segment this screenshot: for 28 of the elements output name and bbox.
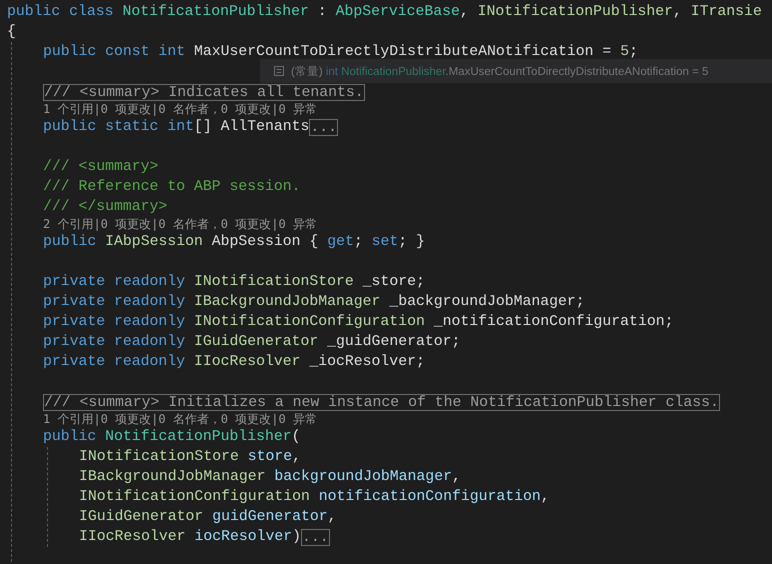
code-line: private readonly IGuidGenerator _guidGenerator; <box>43 333 460 352</box>
tooltip-text: (常量) int NotificationPublisher.MaxUserCountToDirectlyDistributeANotification = 5 <box>291 64 708 78</box>
code-line: private readonly INotificationStore _store; <box>43 273 425 292</box>
doc-comment: /// <summary> <box>43 158 158 177</box>
collapsed-block[interactable]: /// <summary> Initializes a new instance of the NotificationPublisher class. <box>43 394 720 410</box>
collapsed-block[interactable]: /// <summary> Indicates all tenants. <box>43 84 365 100</box>
doc-comment: /// Reference to ABP session. <box>43 178 301 197</box>
code-line: private readonly INotificationConfiguration _notificationConfiguration; <box>43 313 674 332</box>
collapsed-block[interactable]: ... <box>301 528 330 546</box>
codelens-text[interactable]: 1 个引用|0 项更改|0 名作者，0 项更改|0 异常 <box>43 412 317 427</box>
code-line: public class NotificationPublisher : AbpServiceBase, INotificationPublisher, ITransie <box>7 3 762 22</box>
code-line: public static int[] AllTenants <box>43 118 310 137</box>
code-line: INotificationStore store, <box>79 448 302 467</box>
doc-comment: /// </summary> <box>43 198 168 217</box>
constant-icon <box>274 66 284 76</box>
code-line: private readonly IBackgroundJobManager _backgroundJobManager; <box>43 293 585 312</box>
code-line: IBackgroundJobManager backgroundJobManager, <box>79 468 461 487</box>
code-line: public NotificationPublisher( <box>43 428 301 447</box>
code-line: private readonly IIocResolver _iocResolver; <box>43 353 425 372</box>
code-line: public const int MaxUserCountToDirectlyDistributeANotification = 5; <box>43 43 638 62</box>
code-line: public IAbpSession AbpSession { get; set; } <box>43 233 425 252</box>
codelens-text[interactable]: 1 个引用|0 项更改|0 名作者，0 项更改|0 异常 <box>43 102 317 117</box>
code-line: INotificationConfiguration notificationConfiguration, <box>79 488 550 507</box>
collapsed-block[interactable]: ... <box>309 118 338 136</box>
codelens-text[interactable]: 2 个引用|0 项更改|0 名作者，0 项更改|0 异常 <box>43 217 317 232</box>
code-line: IGuidGenerator guidGenerator, <box>79 508 337 527</box>
code-line: IIocResolver iocResolver) <box>79 528 302 547</box>
code-line: { <box>7 23 16 42</box>
